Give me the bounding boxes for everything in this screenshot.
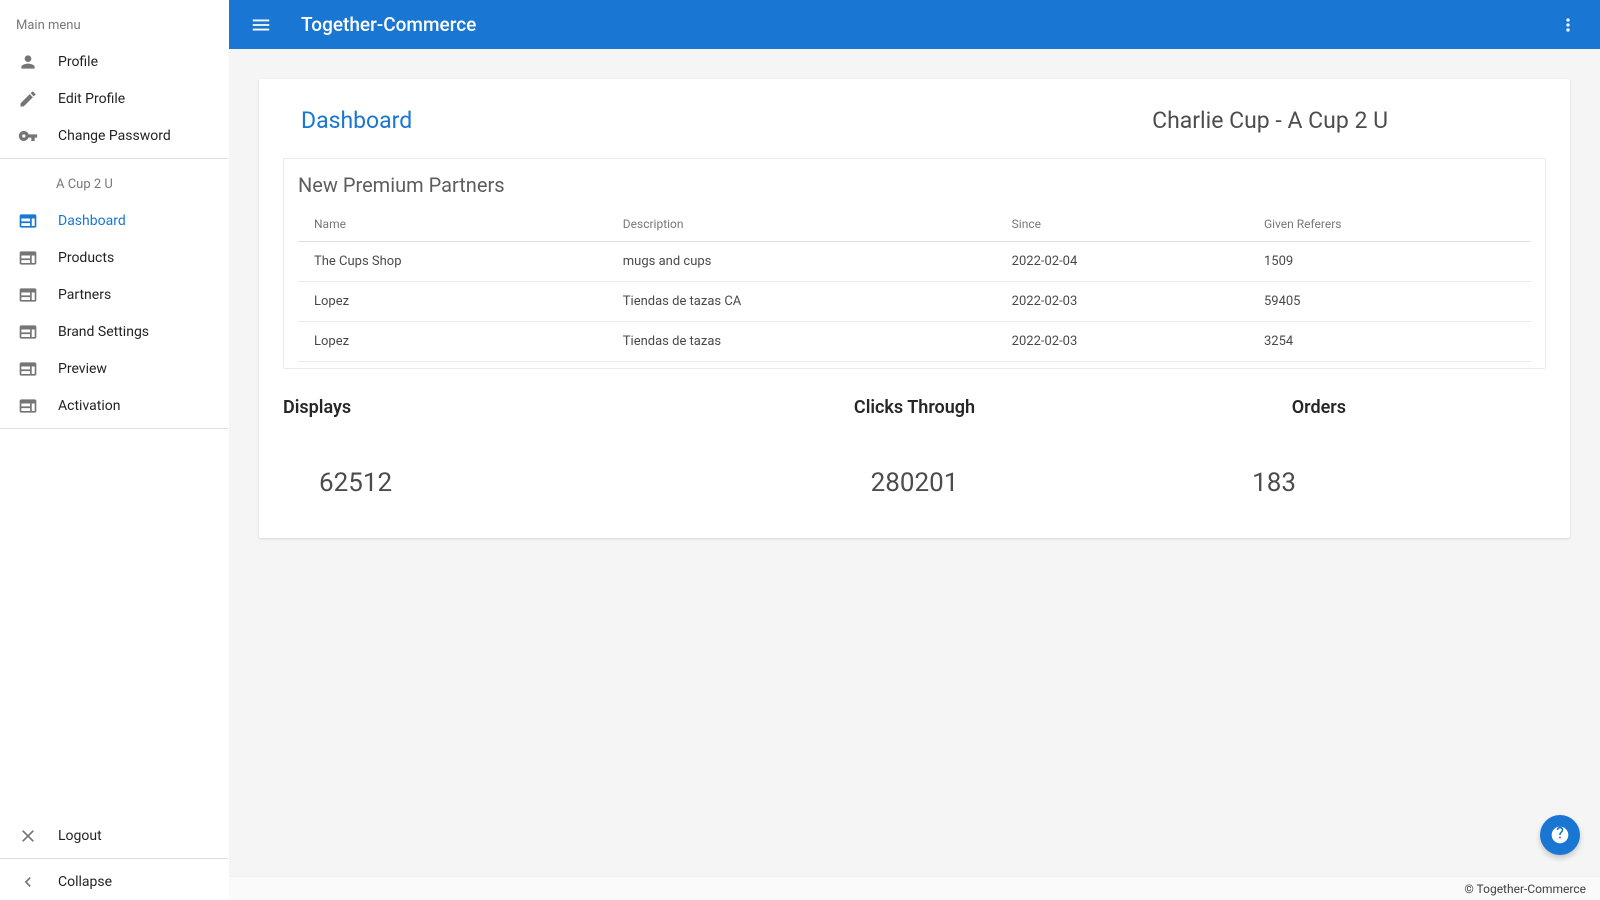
sidebar-main-menu-header: Main menu <box>0 0 228 43</box>
menu-toggle-button[interactable] <box>241 5 281 45</box>
sidebar-item-label: Brand Settings <box>58 324 149 340</box>
web-icon <box>16 211 40 231</box>
stat-label: Clicks Through <box>704 397 1125 418</box>
sidebar-item-edit-profile[interactable]: Edit Profile <box>0 80 228 117</box>
sidebar-item-change-password[interactable]: Change Password <box>0 117 228 154</box>
cell-description: mugs and cups <box>607 242 996 282</box>
sidebar-item-partners[interactable]: Partners <box>0 276 228 313</box>
chevron-left-icon <box>16 872 40 892</box>
partners-table: Name Description Since Given Referers Th… <box>298 207 1531 362</box>
sidebar-item-label: Profile <box>58 54 98 70</box>
sidebar-item-activation[interactable]: Activation <box>0 387 228 424</box>
cell-referers: 59405 <box>1248 282 1531 322</box>
sidebar: Main menu Profile Edit Profile <box>0 0 229 900</box>
sidebar-divider <box>0 158 228 159</box>
partners-panel: New Premium Partners Name Description Si… <box>283 158 1546 369</box>
stat-label: Orders <box>1125 397 1546 418</box>
cell-since: 2022-02-03 <box>996 322 1248 362</box>
stats-row: Displays 62512 Clicks Through 280201 Ord… <box>283 391 1546 498</box>
sidebar-item-products[interactable]: Products <box>0 239 228 276</box>
cell-description: Tiendas de tazas <box>607 322 996 362</box>
main-area: Together-Commerce Dashboard Charlie Cup … <box>229 0 1600 900</box>
sidebar-item-label: Edit Profile <box>58 91 125 107</box>
cell-since: 2022-02-03 <box>996 282 1248 322</box>
sidebar-item-preview[interactable]: Preview <box>0 350 228 387</box>
edit-icon <box>16 89 40 109</box>
web-icon <box>16 396 40 416</box>
col-referers: Given Referers <box>1248 207 1531 242</box>
stat-value: 62512 <box>283 468 704 498</box>
page-title: Dashboard <box>301 107 412 134</box>
web-icon <box>16 322 40 342</box>
menu-icon <box>250 14 272 36</box>
sidebar-item-collapse[interactable]: Collapse <box>0 863 228 900</box>
web-icon <box>16 285 40 305</box>
user-brand-label: Charlie Cup - A Cup 2 U <box>1152 107 1388 134</box>
sidebar-item-label: Products <box>58 250 114 266</box>
dashboard-card: Dashboard Charlie Cup - A Cup 2 U New Pr… <box>259 79 1570 538</box>
partners-panel-title: New Premium Partners <box>298 173 1531 197</box>
sidebar-item-label: Logout <box>58 828 102 844</box>
table-row: The Cups Shop mugs and cups 2022-02-04 1… <box>298 242 1531 282</box>
cell-description: Tiendas de tazas CA <box>607 282 996 322</box>
sidebar-item-label: Preview <box>58 361 107 377</box>
cell-name: Lopez <box>298 282 607 322</box>
stat-displays: Displays 62512 <box>283 397 704 498</box>
sidebar-item-label: Activation <box>58 398 120 414</box>
more-button[interactable] <box>1548 5 1588 45</box>
table-row: Lopez Tiendas de tazas 2022-02-03 3254 <box>298 322 1531 362</box>
stat-orders: Orders 183 <box>1125 397 1546 498</box>
sidebar-item-label: Collapse <box>58 874 112 890</box>
key-icon <box>16 126 40 146</box>
cell-since: 2022-02-04 <box>996 242 1248 282</box>
stat-clicks: Clicks Through 280201 <box>704 397 1125 498</box>
stat-value: 183 <box>1125 468 1546 498</box>
sidebar-item-logout[interactable]: Logout <box>0 817 228 854</box>
cell-name: Lopez <box>298 322 607 362</box>
cell-name: The Cups Shop <box>298 242 607 282</box>
footer: © Together-Commerce <box>229 876 1600 900</box>
web-icon <box>16 248 40 268</box>
web-icon <box>16 359 40 379</box>
more-vert-icon <box>1558 15 1578 35</box>
sidebar-item-profile[interactable]: Profile <box>0 43 228 80</box>
col-since: Since <box>996 207 1248 242</box>
col-name: Name <box>298 207 607 242</box>
sidebar-item-brand-settings[interactable]: Brand Settings <box>0 313 228 350</box>
app-title: Together-Commerce <box>301 13 476 36</box>
close-icon <box>16 826 40 846</box>
col-description: Description <box>607 207 996 242</box>
sidebar-item-label: Dashboard <box>58 213 126 229</box>
cell-referers: 3254 <box>1248 322 1531 362</box>
sidebar-divider <box>0 428 228 429</box>
sidebar-item-label: Partners <box>58 287 111 303</box>
person-icon <box>16 52 40 72</box>
topbar: Together-Commerce <box>229 0 1600 49</box>
table-row: Lopez Tiendas de tazas CA 2022-02-03 594… <box>298 282 1531 322</box>
stat-value: 280201 <box>704 468 1125 498</box>
sidebar-item-label: Change Password <box>58 128 171 144</box>
stat-label: Displays <box>283 397 704 418</box>
help-icon <box>1550 825 1570 845</box>
sidebar-item-dashboard[interactable]: Dashboard <box>0 202 228 239</box>
footer-copyright: © Together-Commerce <box>1464 882 1586 896</box>
cell-referers: 1509 <box>1248 242 1531 282</box>
help-fab-button[interactable] <box>1540 815 1580 855</box>
sidebar-divider <box>0 858 228 859</box>
sidebar-brand-header: A Cup 2 U <box>0 163 228 202</box>
